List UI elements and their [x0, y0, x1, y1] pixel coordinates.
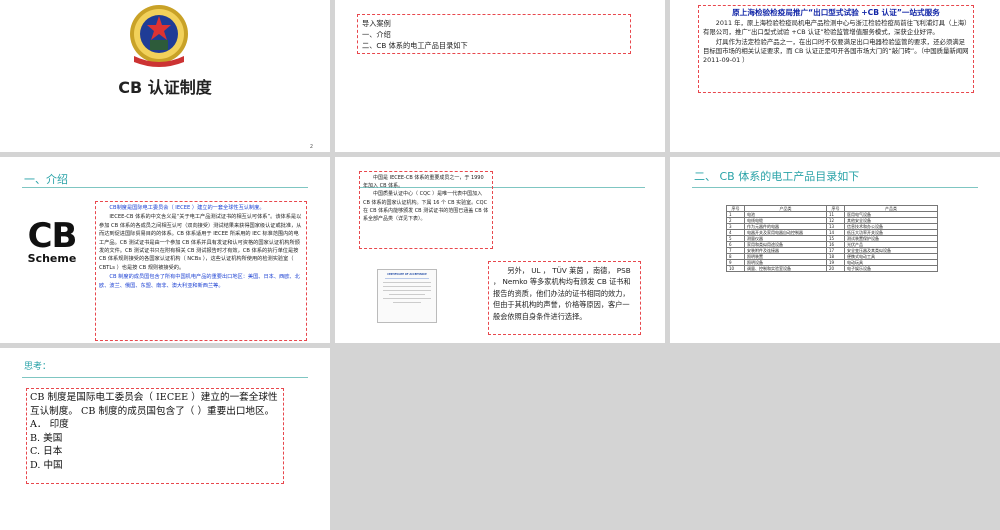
cqc-para-2: 中国质量认证中心（ CQC ）是唯一代表中国加入 CB 体系的国家认证机构。下属… — [363, 191, 489, 223]
question-text: CB 制度是国际电工委员会（ IECEE ）建立的一套全球性互认制度。 CB 制… — [30, 392, 278, 417]
outline-item-introduction: 一、介绍 — [362, 30, 391, 39]
table-row: 10 调量、控制和实验室设备 20 电子娱乐设备 — [726, 265, 938, 272]
slide-7[interactable]: 思考： CB 制度是国际电工委员会（ IECEE ）建立的一套全球性互认制度。 … — [0, 348, 330, 530]
slide-3[interactable]: 原上海检验检疫局推广“出口型式试验 +CB 认证”一站式服务 2011 年，原上… — [670, 0, 1000, 152]
product-catalog-table: 序号 产品类 序号 产品类 1 电池 11 医用电气设备 2 电线电缆 12 其他安全设备 … — [726, 205, 938, 272]
other-bodies-text: 另外， UL ， TÜV 莱茵 ，南德， PSB ， Nemko 等多家机构均有… — [493, 266, 631, 321]
intro-para-1: CB制度是国际电工委员会（ IECEE ）建立的一套全球性互认制度。 — [109, 205, 265, 211]
slide-6[interactable]: 二、 CB 体系的电工产品目录如下 序号 产品类 序号 产品类 1 电池 11 医用电… — [670, 157, 1000, 343]
cb-logo-text: CB — [27, 216, 78, 256]
slide7-title: 思考： — [24, 362, 52, 372]
cb-logo-sub: Scheme — [27, 252, 77, 265]
slide-5[interactable]: 中国是 IECEE-CB 体系的重要成员之一，于 1990 年加入 CB 体系。… — [335, 157, 665, 343]
outline-item-intro-case: 导入案例 — [362, 19, 391, 28]
intro-text-box: CB制度是国际电工委员会（ IECEE ）建立的一套全球性互认制度。 IECEE… — [95, 201, 307, 341]
news-headline: 原上海检验检疫局推广“出口型式试验 +CB 认证”一站式服务 — [732, 8, 940, 17]
intro-para-3: CB 制度的成员国包含了所有中国机电产品的重要出口地区：美国、日本、西欧、北欧、… — [99, 274, 300, 289]
option-b[interactable]: B. 美国 — [30, 432, 280, 446]
cell: 10 — [726, 265, 745, 272]
title-rule — [692, 187, 978, 188]
cell: 20 — [826, 265, 845, 272]
slide6-title: 二、 CB 体系的电工产品目录如下 — [694, 170, 860, 183]
option-d[interactable]: D. 中国 — [30, 459, 280, 473]
title-rule — [22, 377, 308, 378]
outline-box: 导入案例 一、介绍 二、CB 体系的电工产品目录如下 — [357, 14, 631, 54]
cell: 电子娱乐设备 — [844, 265, 938, 272]
other-bodies-box: 另外， UL ， TÜV 莱茵 ，南德， PSB ， Nemko 等多家机构均有… — [488, 261, 641, 335]
news-box: 原上海检验检疫局推广“出口型式试验 +CB 认证”一站式服务 2011 年，原上… — [698, 5, 974, 93]
slide1-title: CB 认证制度 — [118, 78, 212, 97]
cqc-text-box: 中国是 IECEE-CB 体系的重要成员之一，于 1990 年加入 CB 体系。… — [359, 171, 493, 249]
option-a[interactable]: A． 印度 — [30, 418, 280, 432]
intro-para-2: IECEE-CB 体系的中文含义是“关于电工产品测试证书的相互认可体系”。该体系… — [99, 214, 302, 271]
outline-item-catalog: 二、CB 体系的电工产品目录如下 — [362, 41, 468, 50]
cell: 调量、控制和实验室设备 — [744, 265, 827, 272]
page-number: 2 — [309, 144, 313, 150]
cb-scheme-logo: CB Scheme — [20, 219, 84, 267]
title-rule — [22, 187, 308, 188]
slide-4[interactable]: 一、介绍 CB Scheme CB制度是国际电工委员会（ IECEE ）建立的一… — [0, 157, 330, 343]
certificate-title: CERTIFICATE OF ACCEPTANCE — [387, 273, 427, 276]
news-paragraph-2: 灯具作为法定检验产品之一，在出口时不仅要满足出口电器检验监管的要求，还必须满足目… — [703, 38, 969, 64]
question-box: CB 制度是国际电工委员会（ IECEE ）建立的一套全球性互认制度。 CB 制… — [26, 388, 284, 484]
slide-2[interactable]: 导入案例 一、介绍 二、CB 体系的电工产品目录如下 — [335, 0, 665, 152]
certificate-image: CERTIFICATE OF ACCEPTANCE — [377, 269, 437, 323]
option-c[interactable]: C. 日本 — [30, 445, 280, 459]
emblem-image — [128, 2, 190, 68]
slide-1[interactable]: CB 认证制度 2 — [0, 0, 330, 152]
product-catalog-table-wrap: 序号 产品类 序号 产品类 1 电池 11 医用电气设备 2 电线电缆 12 其他安全设备 … — [726, 205, 938, 272]
news-paragraph-1: 2011 年，原上海检验检疫局机电产品检测中心与浙江检验检疫局前往飞利浦灯具（上… — [703, 19, 968, 36]
cqc-para-1: 中国是 IECEE-CB 体系的重要成员之一，于 1990 年加入 CB 体系。 — [363, 175, 484, 190]
slide4-title: 一、介绍 — [24, 173, 68, 186]
